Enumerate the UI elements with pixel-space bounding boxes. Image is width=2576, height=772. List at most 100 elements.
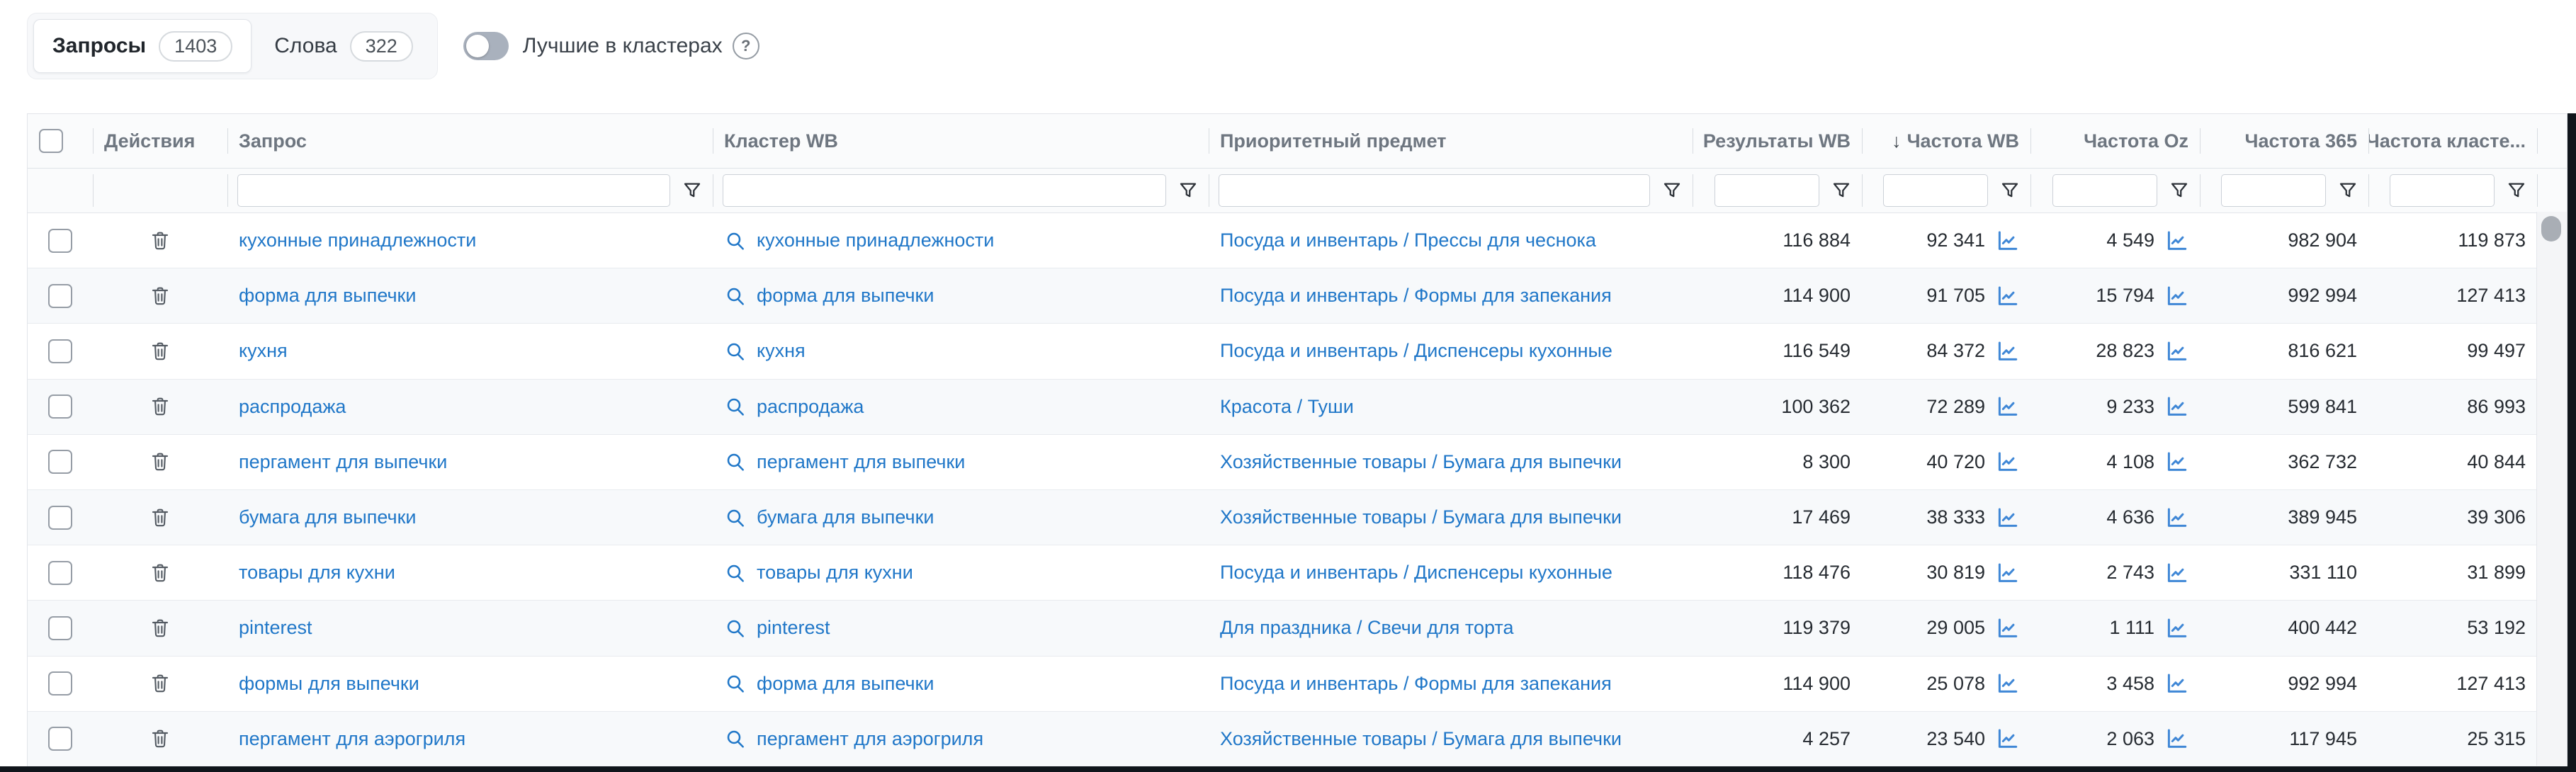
cluster-link[interactable]: кухонные принадлежности — [757, 229, 994, 251]
subject-link[interactable]: Посуда и инвентарь / Формы для запекания — [1220, 673, 1612, 695]
filter-funnel-icon[interactable] — [682, 180, 703, 201]
search-icon[interactable] — [724, 395, 747, 418]
delete-icon[interactable] — [149, 727, 171, 750]
delete-icon[interactable] — [149, 506, 171, 529]
search-icon[interactable] — [724, 727, 747, 750]
cluster-link[interactable]: товары для кухни — [757, 562, 913, 584]
search-icon[interactable] — [724, 229, 747, 252]
cluster-filter-input[interactable] — [723, 174, 1166, 207]
tab-words[interactable]: Слова 322 — [256, 19, 431, 73]
vertical-scrollbar[interactable] — [2536, 212, 2567, 766]
query-link[interactable]: пергамент для аэрогриля — [239, 728, 465, 750]
line-chart-icon[interactable] — [1995, 394, 2019, 419]
filter-funnel-icon[interactable] — [1661, 180, 1683, 201]
delete-icon[interactable] — [149, 617, 171, 640]
filter-funnel-icon[interactable] — [2506, 180, 2527, 201]
line-chart-icon[interactable] — [1995, 671, 2019, 696]
column-header-cluster-wb[interactable]: Кластер WB — [713, 114, 1209, 168]
line-chart-icon[interactable] — [2164, 561, 2188, 585]
line-chart-icon[interactable] — [1995, 561, 2019, 585]
row-checkbox[interactable] — [48, 394, 72, 419]
row-checkbox[interactable] — [48, 284, 72, 308]
cluster-link[interactable]: кухня — [757, 340, 806, 362]
filter-funnel-icon[interactable] — [1177, 180, 1199, 201]
search-icon[interactable] — [724, 450, 747, 473]
scrollbar-thumb[interactable] — [2541, 216, 2561, 242]
row-checkbox[interactable] — [48, 561, 72, 585]
line-chart-icon[interactable] — [2164, 450, 2188, 474]
search-icon[interactable] — [724, 562, 747, 584]
delete-icon[interactable] — [149, 229, 171, 252]
delete-icon[interactable] — [149, 450, 171, 473]
help-icon[interactable]: ? — [733, 33, 759, 59]
row-checkbox[interactable] — [48, 671, 72, 696]
subject-link[interactable]: Хозяйственные товары / Бумага для выпечк… — [1220, 451, 1622, 473]
subject-link[interactable]: Посуда и инвентарь / Прессы для чеснока — [1220, 229, 1596, 251]
query-link[interactable]: pinterest — [239, 617, 312, 639]
search-icon[interactable] — [724, 506, 747, 529]
line-chart-icon[interactable] — [1995, 339, 2019, 363]
row-checkbox[interactable] — [48, 229, 72, 253]
line-chart-icon[interactable] — [1995, 229, 2019, 253]
line-chart-icon[interactable] — [2164, 339, 2188, 363]
delete-icon[interactable] — [149, 672, 171, 695]
column-header-freq-cluster[interactable]: Частота класте... — [2368, 114, 2537, 168]
column-header-freq-365[interactable]: Частота 365 — [2200, 114, 2368, 168]
line-chart-icon[interactable] — [2164, 616, 2188, 640]
cluster-link[interactable]: распродажа — [757, 396, 864, 418]
tab-queries[interactable]: Запросы 1403 — [33, 19, 252, 73]
filter-funnel-icon[interactable] — [2337, 180, 2358, 201]
subject-link[interactable]: Для праздника / Свечи для торта — [1220, 617, 1514, 639]
cluster-link[interactable]: пергамент для аэрогриля — [757, 728, 983, 750]
column-header-results-wb[interactable]: Результаты WB — [1693, 114, 1862, 168]
line-chart-icon[interactable] — [2164, 671, 2188, 696]
column-header-freq-oz[interactable]: Частота Oz — [2030, 114, 2200, 168]
subject-link[interactable]: Красота / Туши — [1220, 396, 1354, 418]
query-link[interactable]: формы для выпечки — [239, 673, 419, 695]
subject-link[interactable]: Посуда и инвентарь / Диспенсеры кухонные — [1220, 340, 1612, 362]
select-all-checkbox[interactable] — [39, 129, 63, 153]
cluster-link[interactable]: бумага для выпечки — [757, 506, 934, 528]
search-icon[interactable] — [724, 285, 747, 307]
query-filter-input[interactable] — [237, 174, 670, 207]
line-chart-icon[interactable] — [2164, 506, 2188, 530]
column-header-freq-wb[interactable]: ↓ Частота WB — [1862, 114, 2030, 168]
query-link[interactable]: товары для кухни — [239, 562, 395, 584]
query-link[interactable]: кухня — [239, 340, 288, 362]
subject-link[interactable]: Посуда и инвентарь / Формы для запекания — [1220, 285, 1612, 307]
query-link[interactable]: бумага для выпечки — [239, 506, 417, 528]
subject-link[interactable]: Хозяйственные товары / Бумага для выпечк… — [1220, 506, 1622, 528]
cluster-link[interactable]: форма для выпечки — [757, 285, 934, 307]
line-chart-icon[interactable] — [1995, 506, 2019, 530]
row-checkbox[interactable] — [48, 339, 72, 363]
query-link[interactable]: кухонные принадлежности — [239, 229, 476, 251]
best-in-clusters-toggle[interactable] — [463, 32, 509, 60]
filter-funnel-icon[interactable] — [2169, 180, 2190, 201]
search-icon[interactable] — [724, 340, 747, 363]
freq-cluster-filter-input[interactable] — [2390, 174, 2495, 207]
line-chart-icon[interactable] — [2164, 229, 2188, 253]
freq-wb-filter-input[interactable] — [1883, 174, 1988, 207]
delete-icon[interactable] — [149, 285, 171, 307]
subject-filter-input[interactable] — [1219, 174, 1650, 207]
line-chart-icon[interactable] — [1995, 450, 2019, 474]
subject-link[interactable]: Хозяйственные товары / Бумага для выпечк… — [1220, 728, 1622, 750]
row-checkbox[interactable] — [48, 616, 72, 640]
column-header-query[interactable]: Запрос — [227, 114, 713, 168]
line-chart-icon[interactable] — [1995, 616, 2019, 640]
results-wb-filter-input[interactable] — [1714, 174, 1819, 207]
search-icon[interactable] — [724, 617, 747, 640]
line-chart-icon[interactable] — [2164, 284, 2188, 308]
cluster-link[interactable]: пергамент для выпечки — [757, 451, 965, 473]
search-icon[interactable] — [724, 672, 747, 695]
subject-link[interactable]: Посуда и инвентарь / Диспенсеры кухонные — [1220, 562, 1612, 584]
filter-funnel-icon[interactable] — [1999, 180, 2021, 201]
delete-icon[interactable] — [149, 562, 171, 584]
line-chart-icon[interactable] — [2164, 394, 2188, 419]
row-checkbox[interactable] — [48, 506, 72, 530]
line-chart-icon[interactable] — [1995, 284, 2019, 308]
cluster-link[interactable]: pinterest — [757, 617, 830, 639]
freq-365-filter-input[interactable] — [2221, 174, 2326, 207]
delete-icon[interactable] — [149, 395, 171, 418]
query-link[interactable]: распродажа — [239, 396, 346, 418]
